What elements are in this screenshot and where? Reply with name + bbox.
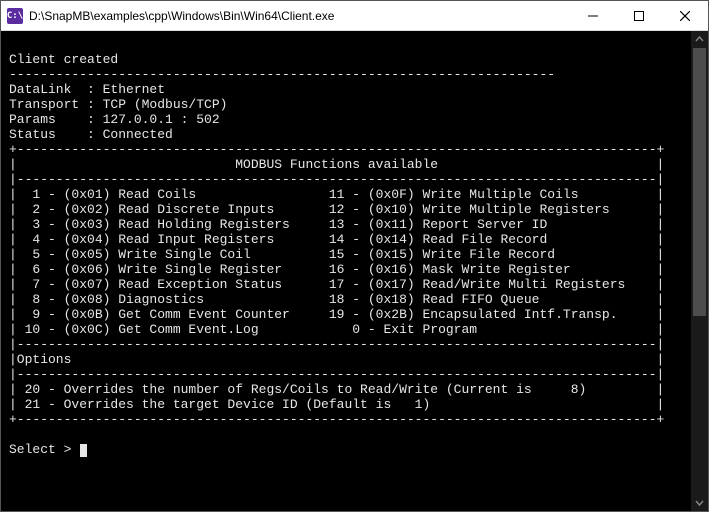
text-cursor	[80, 444, 87, 457]
console-output[interactable]: Client created -------------------------…	[1, 31, 691, 511]
close-icon	[680, 11, 690, 21]
scrollbar-track[interactable]	[691, 48, 708, 494]
titlebar-left: C:\ D:\SnapMB\examples\cpp\Windows\Bin\W…	[7, 8, 334, 24]
close-button[interactable]	[662, 1, 708, 30]
chevron-down-icon	[695, 498, 704, 507]
app-icon: C:\	[7, 8, 23, 24]
scrollbar-thumb[interactable]	[693, 48, 706, 316]
vertical-scrollbar[interactable]	[691, 31, 708, 511]
titlebar[interactable]: C:\ D:\SnapMB\examples\cpp\Windows\Bin\W…	[1, 1, 708, 31]
maximize-icon	[634, 11, 644, 21]
maximize-button[interactable]	[616, 1, 662, 30]
window-controls	[570, 1, 708, 30]
scroll-up-button[interactable]	[691, 31, 708, 48]
chevron-up-icon	[695, 35, 704, 44]
minimize-button[interactable]	[570, 1, 616, 30]
minimize-icon	[588, 11, 598, 21]
scroll-down-button[interactable]	[691, 494, 708, 511]
app-window: C:\ D:\SnapMB\examples\cpp\Windows\Bin\W…	[0, 0, 709, 512]
client-area: Client created -------------------------…	[1, 31, 708, 511]
window-title: D:\SnapMB\examples\cpp\Windows\Bin\Win64…	[29, 9, 334, 23]
